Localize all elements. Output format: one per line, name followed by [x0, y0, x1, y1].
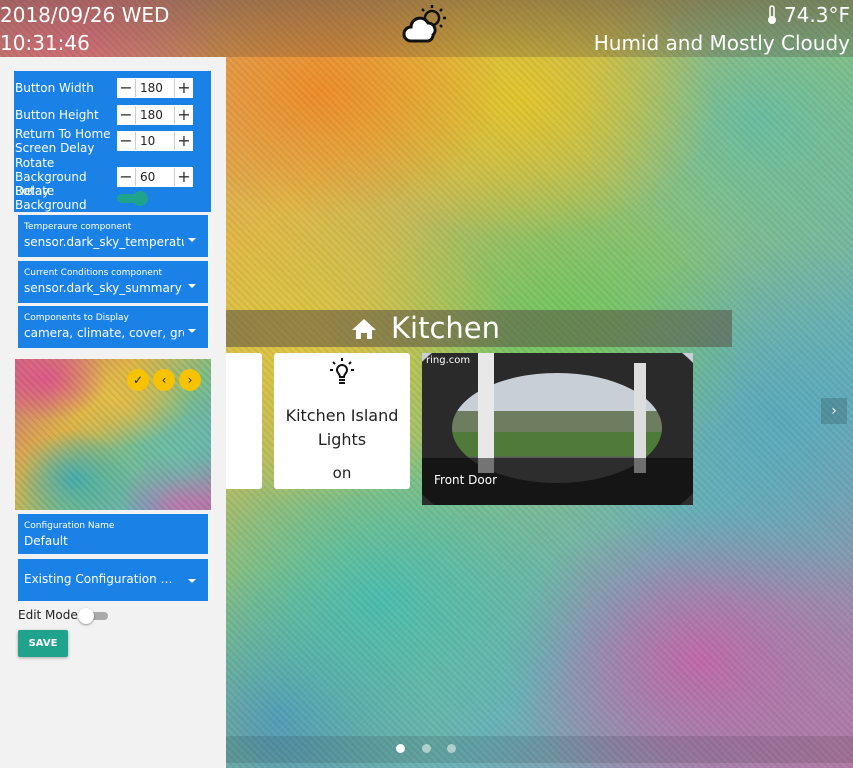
existing-configurations-select[interactable]: Existing Configuration Names: [18, 559, 208, 601]
ring-logo: ring.com: [426, 355, 471, 366]
partly-cloudy-icon: [402, 5, 446, 43]
increment-button[interactable]: +: [175, 105, 193, 125]
home-icon: [352, 319, 376, 339]
button-height-stepper: − 180 +: [117, 105, 193, 125]
confirm-icon[interactable]: ✓: [127, 369, 149, 391]
select-value: sensor.dark_sky_summary: [24, 281, 182, 295]
increment-button[interactable]: +: [175, 78, 193, 98]
kitchen-island-lights-tile[interactable]: Kitchen Island Lights on: [274, 353, 410, 489]
partial-tile[interactable]: [226, 353, 262, 489]
dropdown-caret-icon: [188, 329, 196, 333]
return-home-delay-input[interactable]: 10: [135, 132, 175, 150]
previous-icon[interactable]: ‹: [153, 369, 175, 391]
configuration-name-field[interactable]: Configuration Name Default: [18, 514, 208, 554]
return-home-delay-stepper: − 10 +: [117, 131, 193, 151]
page-indicator: [226, 736, 853, 763]
room-title: Kitchen: [391, 311, 500, 345]
rotate-bg-label: Rotate Background: [15, 184, 87, 212]
date-display: 2018/09/26 WED: [0, 3, 170, 27]
button-width-stepper: − 180 +: [117, 78, 193, 98]
edit-mode-toggle[interactable]: [78, 608, 110, 624]
select-label: Current Conditions component: [24, 268, 163, 278]
rotate-bg-row: Rotate Background: [15, 184, 211, 212]
button-width-label: Button Width: [15, 81, 94, 95]
page-dot[interactable]: [396, 744, 405, 753]
decrement-button[interactable]: −: [117, 78, 135, 98]
thermometer-icon: [767, 5, 776, 24]
components-display-select[interactable]: Components to Display camera, climate, c…: [18, 306, 208, 348]
select-label: Components to Display: [24, 313, 129, 323]
save-button[interactable]: SAVE: [18, 630, 68, 657]
increment-button[interactable]: +: [175, 131, 193, 151]
temperature-component-select[interactable]: Temperaure component sensor.dark_sky_tem…: [18, 215, 208, 257]
select-value: sensor.dark_sky_temperature: [24, 235, 184, 249]
edit-mode-label: Edit Mode: [18, 608, 78, 622]
lightbulb-icon: [330, 358, 354, 384]
page-dot[interactable]: [422, 744, 431, 753]
dropdown-caret-icon: [188, 284, 196, 288]
button-width-row: Button Width − 180 +: [15, 78, 211, 98]
rotate-bg-toggle[interactable]: [117, 191, 149, 206]
decrement-button[interactable]: −: [117, 131, 135, 151]
return-home-delay-row: Return To Home Screen Delay − 10 +: [15, 127, 211, 155]
tile-name: Kitchen Island Lights: [285, 406, 399, 449]
time-display: 10:31:46: [0, 31, 90, 55]
display-settings-card: Button Width − 180 + Button Height − 180…: [14, 71, 211, 212]
page-dot[interactable]: [447, 744, 456, 753]
select-value: Existing Configuration Names: [24, 572, 179, 586]
settings-panel: Button Width − 180 + Button Height − 180…: [0, 57, 226, 768]
temperature-readout: 74.3°F: [766, 2, 850, 28]
next-page-icon[interactable]: ›: [821, 398, 847, 424]
button-width-input[interactable]: 180: [135, 79, 175, 97]
conditions-component-select[interactable]: Current Conditions component sensor.dark…: [18, 261, 208, 303]
field-label: Configuration Name: [24, 521, 115, 531]
front-door-camera-tile[interactable]: ring.com Front Door: [422, 353, 693, 505]
header-bar: 2018/09/26 WED 10:31:46 74.3°F Humid and…: [0, 0, 853, 57]
decrement-button[interactable]: −: [117, 105, 135, 125]
select-value: camera, climate, cover, group, l: [24, 326, 184, 340]
button-height-input[interactable]: 180: [135, 106, 175, 124]
button-height-row: Button Height − 180 +: [15, 105, 211, 125]
camera-name: Front Door: [434, 473, 498, 487]
porch-post: [478, 353, 494, 473]
return-home-delay-label: Return To Home Screen Delay: [15, 127, 111, 155]
background-preview: ✓ ‹ ›: [15, 359, 211, 510]
select-label: Temperaure component: [24, 222, 132, 232]
weather-conditions: Humid and Mostly Cloudy: [593, 31, 850, 55]
dropdown-caret-icon: [188, 238, 196, 242]
porch-post: [634, 363, 646, 473]
temperature-value: 74.3°F: [783, 3, 850, 27]
tile-state: on: [332, 464, 352, 482]
button-height-label: Button Height: [15, 108, 99, 122]
dropdown-caret-icon: [188, 579, 196, 583]
field-value: Default: [24, 534, 68, 548]
next-icon[interactable]: ›: [179, 369, 201, 391]
